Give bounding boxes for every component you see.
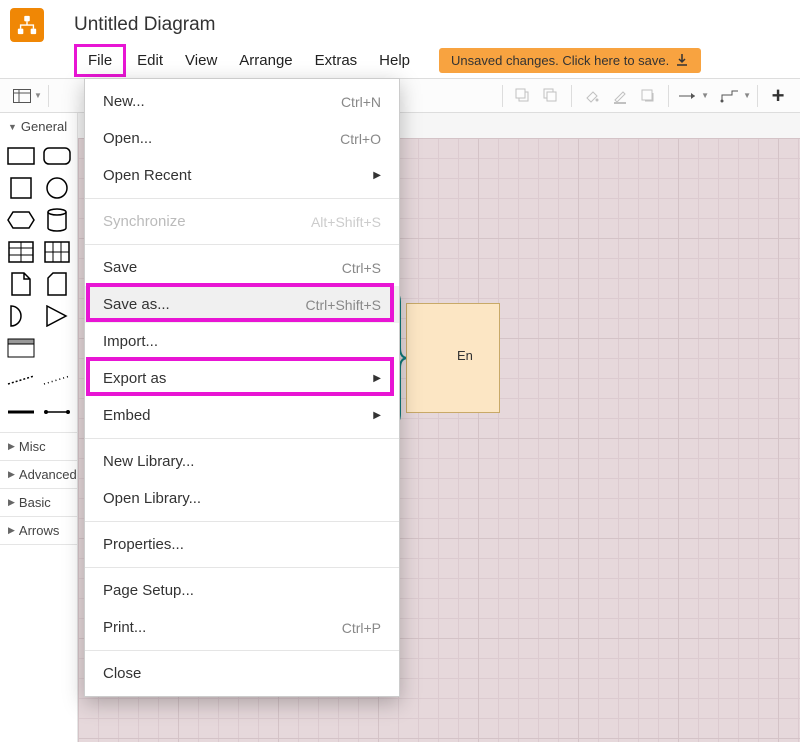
shape-half-circle[interactable] — [6, 304, 36, 328]
menu-arrange[interactable]: Arrange — [228, 47, 303, 74]
menu-item-label: New Library... — [103, 453, 194, 470]
palette-section-general[interactable]: ▼General — [0, 113, 77, 140]
menu-file[interactable]: File — [74, 44, 126, 77]
to-back-button[interactable] — [537, 82, 565, 110]
menu-item-label: Open Recent — [103, 167, 191, 184]
menu-item-page-setup[interactable]: Page Setup... — [85, 572, 399, 609]
shape-window[interactable] — [6, 336, 36, 360]
menu-item-label: Save as... — [103, 296, 170, 313]
menu-item-properties[interactable]: Properties... — [85, 526, 399, 563]
menu-item-label: Export as — [103, 370, 166, 387]
waypoint-style-button[interactable] — [717, 82, 745, 110]
menu-item-save[interactable]: Save Ctrl+S — [85, 249, 399, 286]
menu-item-label: Open... — [103, 130, 152, 147]
connection-style-button[interactable] — [675, 82, 703, 110]
menu-item-export-as[interactable]: Export as ▶ — [85, 360, 399, 397]
menu-separator — [85, 650, 399, 651]
line-color-button[interactable] — [606, 82, 634, 110]
menu-shortcut: Ctrl+S — [342, 260, 381, 276]
menu-shortcut: Ctrl+Shift+S — [306, 297, 381, 313]
menu-item-label: Synchronize — [103, 213, 186, 230]
submenu-arrow-icon: ▶ — [373, 373, 381, 384]
shape-circle[interactable] — [42, 176, 72, 200]
caret-down-icon: ▼ — [743, 91, 751, 100]
menu-separator — [85, 198, 399, 199]
menu-shortcut: Ctrl+P — [342, 620, 381, 636]
menu-view[interactable]: View — [174, 47, 228, 74]
add-button[interactable]: + — [764, 82, 792, 110]
shape-hexagon[interactable] — [6, 208, 36, 232]
menu-item-label: Open Library... — [103, 490, 201, 507]
menu-item-label: Page Setup... — [103, 582, 194, 599]
menu-edit[interactable]: Edit — [126, 47, 174, 74]
menu-item-synchronize: Synchronize Alt+Shift+S — [85, 203, 399, 240]
shape-card[interactable] — [42, 272, 72, 296]
palette-label: General — [21, 119, 67, 134]
palette-label: Basic — [19, 495, 51, 510]
menu-item-label: Import... — [103, 333, 158, 350]
shape-dotted-line[interactable] — [42, 368, 72, 392]
view-mode-button[interactable] — [8, 82, 36, 110]
menu-shortcut: Ctrl+O — [340, 131, 381, 147]
menu-help[interactable]: Help — [368, 47, 421, 74]
menu-item-label: Properties... — [103, 536, 184, 553]
shape-sidebar: ▼General ▶Misc — [0, 113, 78, 742]
menu-item-label: Close — [103, 665, 141, 682]
menu-item-open-recent[interactable]: Open Recent ▶ — [85, 157, 399, 194]
menu-item-label: Save — [103, 259, 137, 276]
shape-table[interactable] — [6, 240, 36, 264]
shape-note[interactable] — [6, 272, 36, 296]
palette-section-basic[interactable]: ▶Basic — [0, 489, 77, 516]
fill-color-button[interactable] — [578, 82, 606, 110]
shape-grid[interactable] — [42, 240, 72, 264]
menu-item-embed[interactable]: Embed ▶ — [85, 397, 399, 434]
shape-square[interactable] — [6, 176, 36, 200]
menu-separator — [85, 521, 399, 522]
shape-rectangle[interactable] — [6, 144, 36, 168]
menu-item-import[interactable]: Import... — [85, 323, 399, 360]
shadow-button[interactable] — [634, 82, 662, 110]
menu-item-print[interactable]: Print... Ctrl+P — [85, 609, 399, 646]
palette-section-advanced[interactable]: ▶Advanced — [0, 461, 77, 488]
menu-separator — [85, 438, 399, 439]
shape-triangle[interactable] — [42, 304, 72, 328]
caret-down-icon: ▼ — [701, 91, 709, 100]
menu-item-close[interactable]: Close — [85, 655, 399, 692]
palette-section-arrows[interactable]: ▶Arrows — [0, 517, 77, 544]
to-front-button[interactable] — [509, 82, 537, 110]
diagram-node-label: En — [457, 348, 473, 363]
submenu-arrow-icon: ▶ — [373, 170, 381, 181]
shape-blank[interactable] — [42, 336, 72, 360]
menu-item-label: Print... — [103, 619, 146, 636]
menu-item-label: New... — [103, 93, 145, 110]
shape-solid-line[interactable] — [6, 400, 36, 424]
menu-item-new[interactable]: New... Ctrl+N — [85, 83, 399, 120]
menu-item-open[interactable]: Open... Ctrl+O — [85, 120, 399, 157]
menu-extras[interactable]: Extras — [304, 47, 369, 74]
submenu-arrow-icon: ▶ — [373, 410, 381, 421]
palette-label: Arrows — [19, 523, 59, 538]
menubar: FileEditViewArrangeExtrasHelp Unsaved cha… — [0, 44, 800, 78]
document-title[interactable]: Untitled Diagram — [74, 14, 216, 36]
shape-rounded-rect[interactable] — [42, 144, 72, 168]
palette-label: Misc — [19, 439, 46, 454]
menu-item-new-library[interactable]: New Library... — [85, 443, 399, 480]
shape-cylinder[interactable] — [42, 208, 72, 232]
menu-separator — [85, 244, 399, 245]
menu-separator — [85, 567, 399, 568]
menu-item-open-library[interactable]: Open Library... — [85, 480, 399, 517]
menu-item-label: Embed — [103, 407, 151, 424]
shape-connector[interactable] — [42, 400, 72, 424]
menu-shortcut: Alt+Shift+S — [311, 214, 381, 230]
menu-shortcut: Ctrl+N — [341, 94, 381, 110]
caret-down-icon: ▼ — [34, 91, 42, 100]
menu-item-save-as[interactable]: Save as... Ctrl+Shift+S — [85, 286, 399, 323]
palette-label: Advanced — [19, 467, 77, 482]
unsaved-changes-banner[interactable]: Unsaved changes. Click here to save. — [439, 48, 701, 73]
diagram-node[interactable]: En — [406, 303, 500, 413]
file-menu-dropdown: New... Ctrl+N Open... Ctrl+O Open Recent ▶ Syn… — [84, 78, 400, 697]
app-logo — [10, 8, 44, 42]
palette-section-misc[interactable]: ▶Misc — [0, 433, 77, 460]
shape-dashed-line[interactable] — [6, 368, 36, 392]
